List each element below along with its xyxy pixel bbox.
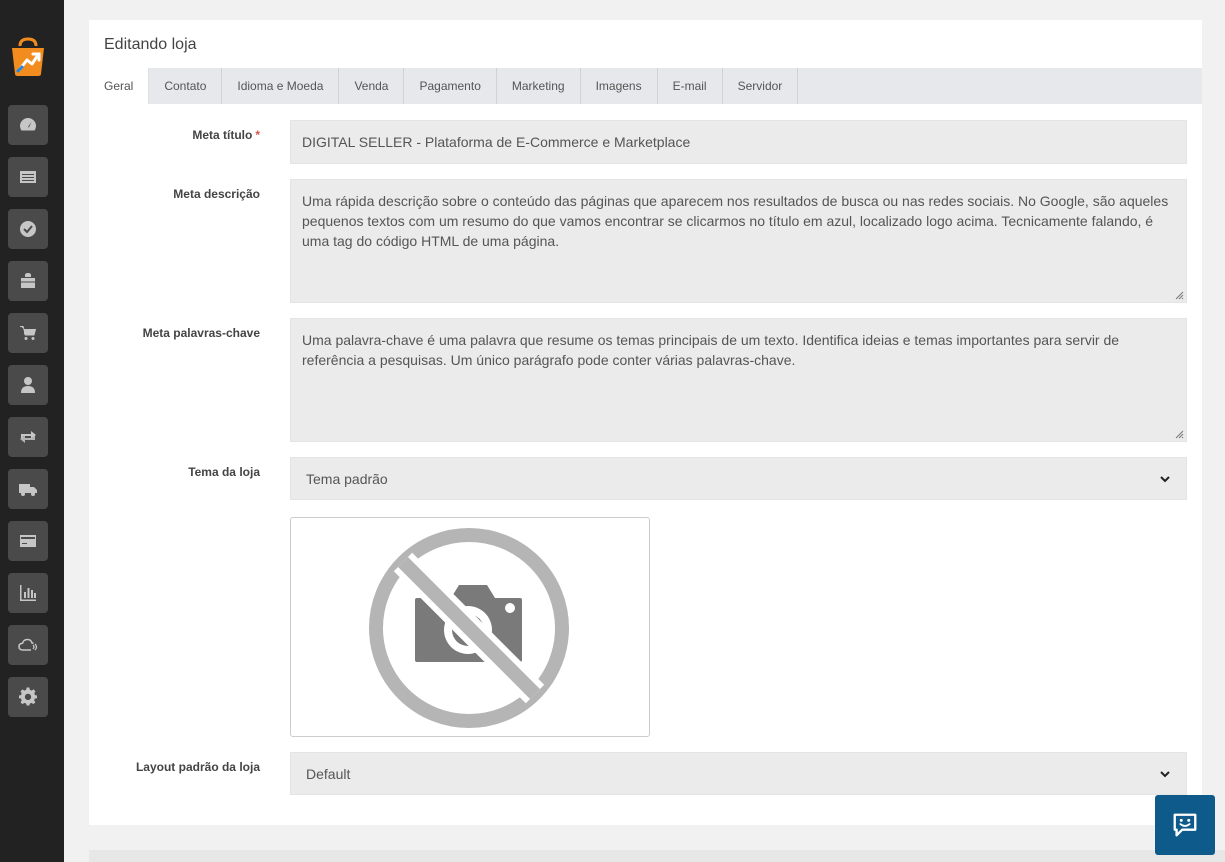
meta-keywords-value: Uma palavra-chave é uma palavra que resu… bbox=[302, 332, 1120, 368]
store-layout-label: Layout padrão da loja bbox=[135, 760, 260, 774]
next-section-strip bbox=[89, 850, 1225, 862]
sidebar bbox=[0, 0, 64, 862]
meta-title-input[interactable]: DIGITAL SELLER - Plataforma de E-Commerc… bbox=[290, 120, 1187, 164]
chevron-down-icon bbox=[1160, 475, 1170, 482]
edit-store-card: Editando loja Geral Contato Idioma e Moe… bbox=[89, 20, 1202, 825]
dashboard-icon[interactable] bbox=[8, 105, 48, 145]
store-theme-label: Tema da loja bbox=[188, 465, 260, 479]
store-layout-value: Default bbox=[306, 765, 351, 782]
user-icon[interactable] bbox=[8, 365, 48, 405]
cloud-icon[interactable] bbox=[8, 625, 48, 665]
chevron-down-icon bbox=[1160, 770, 1170, 777]
required-mark: * bbox=[255, 128, 260, 142]
shopping-bag-icon[interactable] bbox=[8, 261, 48, 301]
tab-marketing[interactable]: Marketing bbox=[497, 68, 581, 104]
exchange-icon[interactable] bbox=[8, 417, 48, 457]
resize-handle-icon[interactable] bbox=[1175, 430, 1184, 439]
tab-imagens[interactable]: Imagens bbox=[581, 68, 658, 104]
chat-support-icon bbox=[1173, 813, 1197, 837]
tab-idioma-moeda[interactable]: Idioma e Moeda bbox=[222, 68, 340, 104]
tab-contato[interactable]: Contato bbox=[149, 68, 223, 104]
cart-icon[interactable] bbox=[8, 313, 48, 353]
meta-title-label-text: Meta título bbox=[192, 128, 253, 142]
meta-keywords-textarea[interactable]: Uma palavra-chave é uma palavra que resu… bbox=[290, 318, 1187, 442]
tab-geral[interactable]: Geral bbox=[89, 68, 150, 104]
meta-title-value: DIGITAL SELLER - Plataforma de E-Commerc… bbox=[302, 134, 691, 150]
meta-description-label: Meta descrição bbox=[173, 187, 260, 201]
meta-description-value: Uma rápida descrição sobre o conteúdo da… bbox=[302, 193, 1169, 249]
credit-card-icon[interactable] bbox=[8, 521, 48, 561]
no-image-camera-icon bbox=[369, 528, 569, 728]
tab-venda[interactable]: Venda bbox=[339, 68, 405, 104]
store-theme-select[interactable]: Tema padrão bbox=[290, 457, 1187, 500]
chart-icon[interactable] bbox=[8, 573, 48, 613]
resize-handle-icon[interactable] bbox=[1175, 291, 1184, 300]
gear-icon[interactable] bbox=[8, 677, 48, 717]
store-theme-value: Tema padrão bbox=[306, 470, 388, 487]
tab-email[interactable]: E-mail bbox=[658, 68, 723, 104]
tab-pagamento[interactable]: Pagamento bbox=[404, 68, 497, 104]
truck-icon[interactable] bbox=[8, 469, 48, 509]
meta-description-textarea[interactable]: Uma rápida descrição sobre o conteúdo da… bbox=[290, 179, 1187, 303]
tab-servidor[interactable]: Servidor bbox=[723, 68, 799, 104]
tab-bar: Geral Contato Idioma e Moeda Venda Pagam… bbox=[89, 68, 1202, 104]
meta-keywords-label: Meta palavras-chave bbox=[142, 326, 260, 340]
theme-preview-image[interactable] bbox=[290, 517, 650, 737]
check-circle-icon[interactable] bbox=[8, 209, 48, 249]
store-layout-select[interactable]: Default bbox=[290, 752, 1187, 795]
chat-support-button[interactable] bbox=[1155, 795, 1215, 855]
meta-title-label: Meta título * bbox=[89, 128, 260, 142]
catalog-icon[interactable] bbox=[8, 157, 48, 197]
page-title: Editando loja bbox=[104, 36, 197, 53]
brand-logo[interactable] bbox=[8, 36, 48, 78]
